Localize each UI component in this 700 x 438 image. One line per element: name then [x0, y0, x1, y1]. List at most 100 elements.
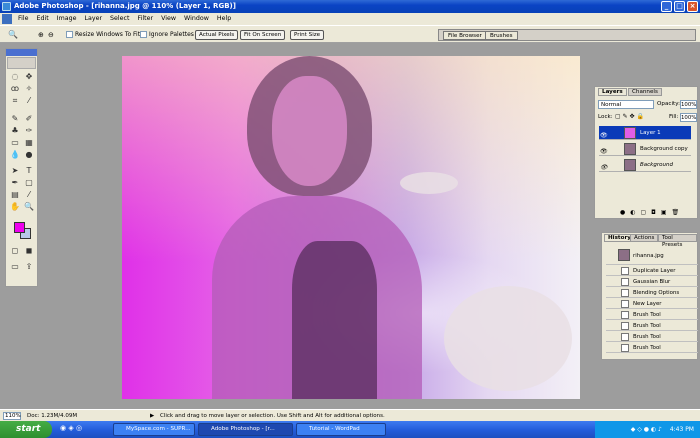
history-step[interactable]: Brush Tool — [606, 310, 698, 320]
brush-tool-icon[interactable]: ✐ — [23, 113, 35, 125]
menu-window[interactable]: Window — [180, 13, 213, 25]
ignore-palettes-checkbox[interactable]: Ignore Palettes — [140, 30, 194, 40]
layer-row-layer-1[interactable]: 👁 Layer 1 — [599, 126, 691, 140]
menu-file[interactable]: File — [14, 13, 33, 25]
history-step[interactable]: New Layer — [606, 299, 698, 309]
menu-select[interactable]: Select — [106, 13, 133, 25]
foreground-color-swatch[interactable] — [14, 222, 25, 233]
task-myspace[interactable]: MySpace.com - SUPR... — [113, 423, 195, 436]
zoom-out-icon[interactable]: ⊖ — [48, 30, 54, 40]
type-tool-icon[interactable]: T — [23, 165, 35, 177]
tray-icons[interactable]: ◆ ◇ ● ◐ ♪ — [631, 426, 662, 433]
layer-thumbnail — [624, 127, 636, 139]
history-step[interactable]: Brush Tool — [606, 332, 698, 342]
start-button[interactable]: start — [0, 421, 52, 438]
brush-icon — [621, 344, 629, 352]
jump-to-imageready-icon[interactable]: ⇪ — [23, 261, 35, 273]
menu-filter[interactable]: Filter — [133, 13, 157, 25]
gradient-tool-icon[interactable]: ▦ — [23, 137, 35, 149]
marquee-tool-icon[interactable]: ◌ — [9, 71, 21, 83]
eye-icon[interactable]: 👁 — [600, 161, 608, 175]
menu-view[interactable]: View — [157, 13, 180, 25]
history-step[interactable]: Brush Tool — [606, 343, 698, 353]
menu-edit[interactable]: Edit — [33, 13, 53, 25]
brush-stroke — [444, 286, 572, 391]
slice-tool-icon[interactable]: ⁄ — [23, 95, 35, 107]
zoom-tool-icon[interactable]: 🔍 — [8, 30, 18, 40]
blur-tool-icon[interactable]: 💧 — [9, 149, 21, 161]
document-canvas[interactable] — [122, 56, 580, 399]
layer-name: Background — [640, 162, 673, 168]
quick-mask-icon[interactable]: ◼ — [23, 245, 35, 257]
print-size-button[interactable]: Print Size — [290, 30, 325, 40]
pen-tool-icon[interactable]: ✒ — [9, 177, 21, 189]
screen-mode-icon[interactable]: ▭ — [9, 261, 21, 273]
zoom-in-icon[interactable]: ⊕ — [38, 30, 44, 40]
tab-channels[interactable]: Channels — [628, 88, 662, 96]
quick-launch-icons[interactable]: ◉ ◈ ◎ — [60, 424, 82, 432]
history-brush-icon[interactable]: ✑ — [23, 125, 35, 137]
layer-row-background-copy[interactable]: 👁 Background copy — [599, 142, 691, 156]
notes-tool-icon[interactable]: ▤ — [9, 189, 21, 201]
actual-pixels-button[interactable]: Actual Pixels — [195, 30, 239, 40]
lock-icons[interactable]: ▢ ✎ ✥ 🔒 — [615, 113, 644, 120]
move-tool-icon[interactable]: ✥ — [23, 71, 35, 83]
standard-mode-icon[interactable]: ◻ — [9, 245, 21, 257]
task-photoshop[interactable]: Adobe Photoshop - [r... — [198, 423, 293, 436]
history-snapshot[interactable]: rihanna.jpg — [606, 247, 698, 265]
history-step[interactable]: Blending Options — [606, 288, 698, 298]
menu-help[interactable]: Help — [213, 13, 235, 25]
magic-wand-icon[interactable]: ✧ — [23, 83, 35, 95]
eye-icon[interactable]: 👁 — [600, 129, 608, 143]
document-icon — [2, 14, 12, 24]
tab-brushes[interactable]: Brushes — [485, 31, 518, 40]
tab-file-browser[interactable]: File Browser — [443, 31, 487, 40]
zoom-icon[interactable]: 🔍 — [23, 201, 35, 213]
resize-windows-checkbox[interactable]: Resize Windows To Fit — [66, 30, 140, 40]
eye-icon[interactable]: 👁 — [600, 145, 608, 159]
history-step[interactable]: Duplicate Layer — [606, 266, 698, 276]
opacity-field[interactable]: 100% — [680, 100, 697, 109]
blend-mode-select[interactable]: Normal — [598, 100, 654, 109]
dodge-tool-icon[interactable]: ● — [23, 149, 35, 161]
layer-thumbnail — [624, 159, 636, 171]
photo-subject-face — [272, 76, 347, 186]
lasso-tool-icon[interactable]: ꝏ — [9, 83, 21, 95]
healing-brush-icon[interactable]: ✎ — [9, 113, 21, 125]
path-select-icon[interactable]: ➤ — [9, 165, 21, 177]
title-bar: Adobe Photoshop - [rihanna.jpg @ 110% (L… — [0, 0, 700, 13]
layer-row-background[interactable]: 👁 Background — [599, 158, 691, 172]
layer-actions-toolbar[interactable]: ●◐▢◘▣🗑 — [620, 209, 684, 216]
step-icon — [621, 289, 629, 297]
history-step[interactable]: Brush Tool — [606, 321, 698, 331]
task-wordpad[interactable]: Tutorial - WordPad — [296, 423, 386, 436]
window-title: Adobe Photoshop - [rihanna.jpg @ 110% (L… — [14, 2, 236, 10]
menu-layer[interactable]: Layer — [80, 13, 106, 25]
fill-field[interactable]: 100% — [680, 113, 697, 122]
tab-tool-presets[interactable]: Tool Presets — [658, 234, 697, 248]
menu-bar: File Edit Image Layer Select Filter View… — [0, 13, 700, 25]
eyedropper-icon[interactable]: ⁄ — [23, 189, 35, 201]
layer-name: Layer 1 — [640, 130, 661, 136]
hand-tool-icon[interactable]: ✋ — [9, 201, 21, 213]
minimize-button[interactable]: _ — [661, 1, 672, 12]
crop-tool-icon[interactable]: ⌗ — [9, 95, 21, 107]
maximize-button[interactable]: □ — [674, 1, 685, 12]
zoom-field[interactable]: 110% — [3, 412, 21, 420]
toolbox: ◌ ✥ ꝏ ✧ ⌗ ⁄ ✎ ✐ ♣ ✑ ▭ ▦ 💧 ● ➤ T ✒ ▢ ▤ ⁄ … — [5, 48, 38, 287]
fit-on-screen-button[interactable]: Fit On Screen — [240, 30, 286, 40]
tab-actions[interactable]: Actions — [630, 234, 659, 242]
photoshop-icon — [2, 2, 11, 11]
step-icon — [621, 300, 629, 308]
opacity-label: Opacity: — [657, 101, 680, 107]
history-step[interactable]: Gaussian Blur — [606, 277, 698, 287]
brush-icon — [621, 311, 629, 319]
eraser-tool-icon[interactable]: ▭ — [9, 137, 21, 149]
layers-panel: Layers Channels Normal Opacity: 100% Loc… — [594, 86, 698, 219]
tab-layers[interactable]: Layers — [598, 88, 627, 96]
brush-stroke — [400, 172, 458, 194]
close-button[interactable]: × — [687, 1, 698, 12]
stamp-tool-icon[interactable]: ♣ — [9, 125, 21, 137]
menu-image[interactable]: Image — [53, 13, 81, 25]
shape-tool-icon[interactable]: ▢ — [23, 177, 35, 189]
